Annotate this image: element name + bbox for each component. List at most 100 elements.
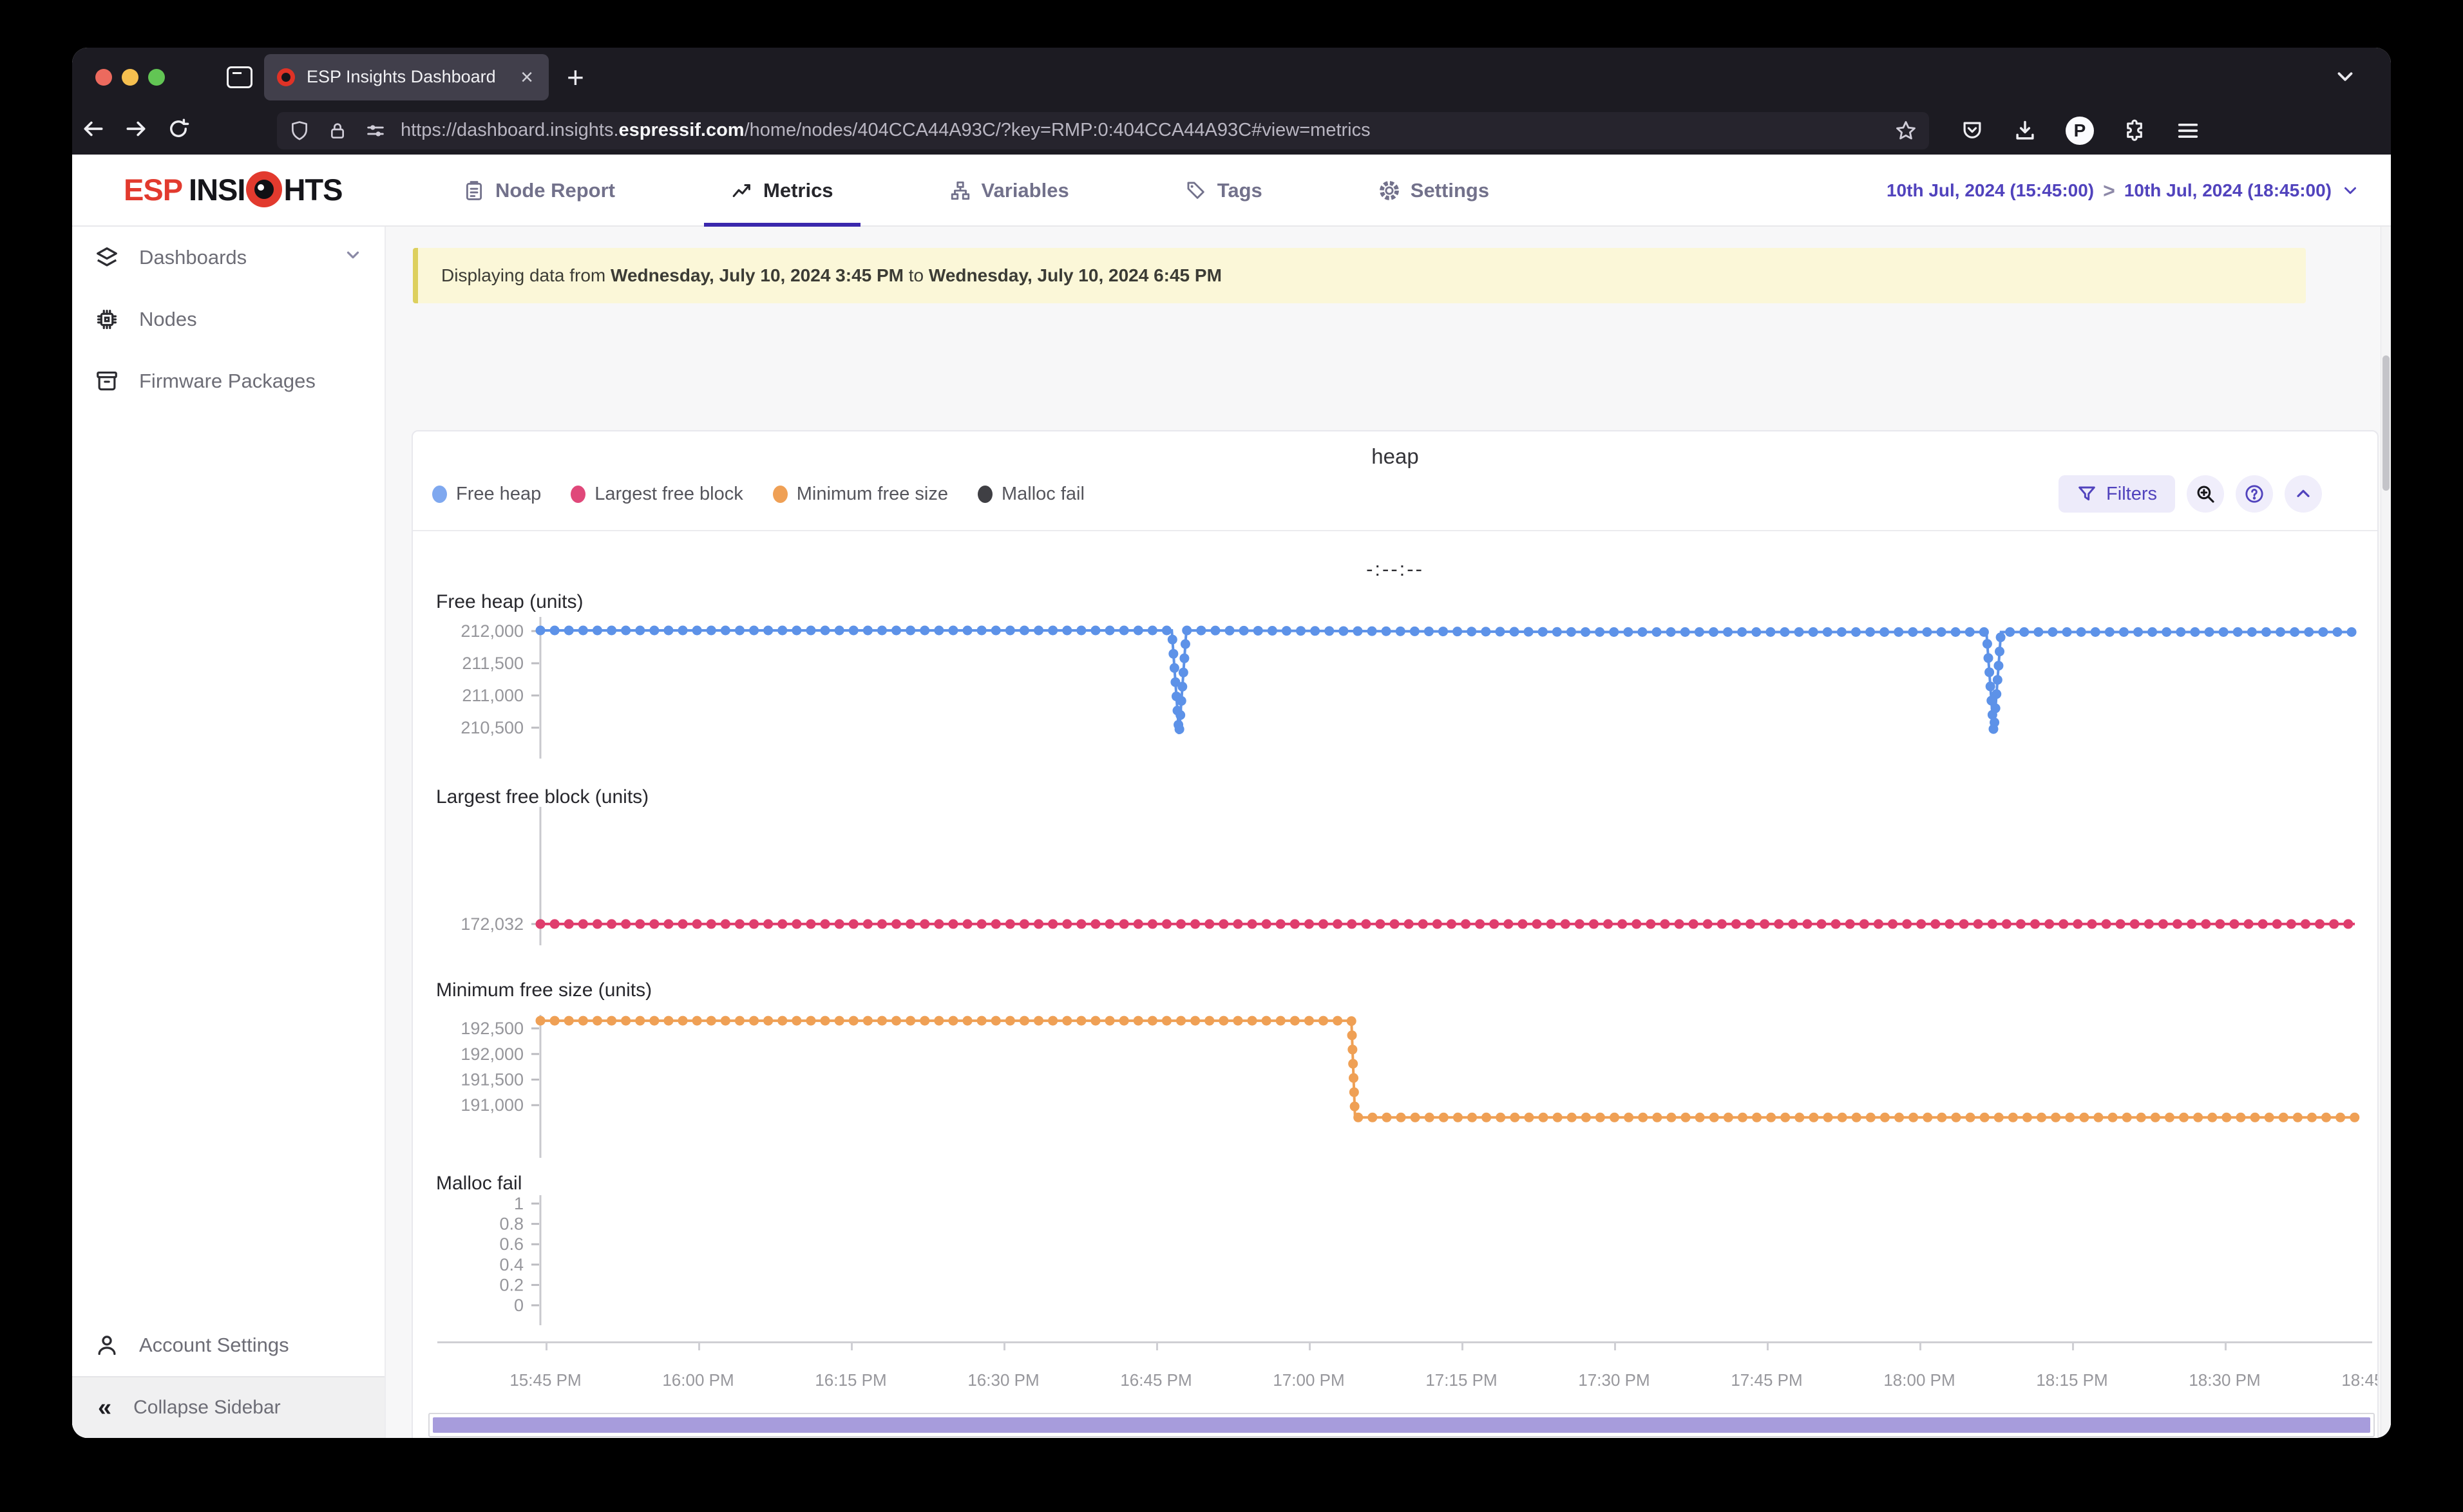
tab-node-report[interactable]: Node Report bbox=[436, 155, 642, 227]
legend-item-malloc-fail[interactable]: Malloc fail bbox=[978, 484, 1085, 505]
sitemap-icon bbox=[949, 180, 971, 202]
sidebar-item-label: Nodes bbox=[139, 308, 197, 331]
svg-text:192,000: 192,000 bbox=[461, 1044, 524, 1064]
back-button[interactable] bbox=[72, 117, 115, 144]
package-icon bbox=[94, 369, 120, 393]
url-text[interactable]: https://dashboard.insights.espressif.com… bbox=[401, 120, 1887, 141]
app-header: ESPINSIHTS Node Report Metrics Variables bbox=[72, 155, 2391, 227]
tab-metrics[interactable]: Metrics bbox=[704, 155, 861, 227]
sidebar-item-firmware-packages[interactable]: Firmware Packages bbox=[72, 350, 385, 412]
tag-icon bbox=[1185, 180, 1207, 202]
legend-item-largest-free-block[interactable]: Largest free block bbox=[571, 484, 743, 505]
scrollbar-thumb[interactable] bbox=[433, 1417, 2370, 1433]
svg-text:191,000: 191,000 bbox=[461, 1095, 524, 1115]
date-range-start: 10th Jul, 2024 (15:45:00) bbox=[1887, 180, 2094, 201]
lock-icon[interactable] bbox=[327, 120, 348, 141]
svg-text:210,500: 210,500 bbox=[461, 718, 524, 737]
bookmark-star-icon[interactable] bbox=[1894, 119, 1917, 142]
tab-label: Tags bbox=[1217, 179, 1262, 202]
date-range-end: 10th Jul, 2024 (18:45:00) bbox=[2124, 180, 2332, 201]
collapse-sidebar-button[interactable]: « Collapse Sidebar bbox=[72, 1376, 385, 1438]
legend-swatch bbox=[773, 486, 788, 503]
esp-insights-logo[interactable]: ESPINSIHTS bbox=[124, 171, 342, 207]
x-axis-label: 17:45 PM bbox=[1731, 1370, 1802, 1390]
tab-settings[interactable]: Settings bbox=[1351, 155, 1516, 227]
close-window-button[interactable] bbox=[95, 69, 112, 86]
site-favicon bbox=[277, 68, 295, 86]
logo-eye-icon bbox=[246, 171, 282, 207]
new-tab-button[interactable]: + bbox=[567, 62, 584, 92]
x-axis-label: 18:30 PM bbox=[2189, 1370, 2260, 1390]
permissions-icon[interactable] bbox=[365, 120, 386, 142]
logo-insi: INSI bbox=[189, 172, 245, 207]
page-scrollbar[interactable] bbox=[2381, 227, 2391, 1438]
tab-list-chevron-icon[interactable] bbox=[2333, 64, 2357, 92]
legend-label: Free heap bbox=[456, 484, 541, 505]
main-content: Displaying data from Wednesday, July 10,… bbox=[386, 227, 2391, 1438]
sidebar-item-dashboards[interactable]: Dashboards bbox=[72, 227, 385, 288]
svg-text:212,000: 212,000 bbox=[461, 621, 524, 641]
zoom-in-button[interactable] bbox=[2187, 475, 2224, 513]
shield-icon[interactable] bbox=[289, 120, 310, 142]
x-axis-label: 17:00 PM bbox=[1273, 1370, 1344, 1390]
sidebar-item-label: Account Settings bbox=[139, 1334, 289, 1357]
person-icon bbox=[94, 1333, 120, 1357]
chart-title: Largest free block (units) bbox=[413, 786, 2379, 808]
chart-title: Free heap (units) bbox=[413, 591, 2379, 613]
filters-button[interactable]: Filters bbox=[2059, 475, 2175, 513]
collapse-sidebar-label: Collapse Sidebar bbox=[133, 1397, 280, 1419]
chart-malloc-fail: Malloc fail bbox=[413, 1173, 2379, 1195]
legend-item-minimum-free-size[interactable]: Minimum free size bbox=[773, 484, 948, 505]
x-axis-label: 16:30 PM bbox=[967, 1370, 1039, 1390]
forward-button[interactable] bbox=[115, 117, 157, 144]
chart-plot-free-heap: 212,000211,500211,000210,500 bbox=[413, 617, 2379, 759]
tab-tags[interactable]: Tags bbox=[1158, 155, 1289, 227]
legend-label: Minimum free size bbox=[797, 484, 948, 505]
legend-item-free-heap[interactable]: Free heap bbox=[432, 484, 541, 505]
browser-tab[interactable]: ESP Insights Dashboard × bbox=[264, 54, 549, 100]
tab-close-icon[interactable]: × bbox=[518, 66, 536, 88]
pocket-icon[interactable] bbox=[1960, 118, 1984, 143]
help-button[interactable] bbox=[2236, 475, 2273, 513]
window-controls bbox=[95, 69, 165, 86]
tab-overview-icon[interactable] bbox=[227, 66, 252, 88]
legend-label: Largest free block bbox=[594, 484, 743, 505]
legend-swatch bbox=[978, 486, 993, 503]
tab-label: Variables bbox=[982, 179, 1069, 202]
sidebar-item-label: Dashboards bbox=[139, 246, 247, 269]
esp-insights-app: ESPINSIHTS Node Report Metrics Variables bbox=[72, 155, 2391, 1438]
chart-horizontal-scrollbar[interactable] bbox=[428, 1413, 2375, 1437]
x-axis-label: 17:15 PM bbox=[1425, 1370, 1497, 1390]
layers-icon bbox=[94, 245, 120, 270]
legend-label: Malloc fail bbox=[1002, 484, 1085, 505]
tab-label: Settings bbox=[1411, 179, 1489, 202]
menu-hamburger-icon[interactable] bbox=[2175, 118, 2201, 144]
panel-divider bbox=[413, 530, 2377, 531]
url-bar[interactable]: https://dashboard.insights.espressif.com… bbox=[277, 112, 1929, 149]
profile-avatar[interactable]: P bbox=[2066, 117, 2094, 145]
chevron-down-icon bbox=[343, 245, 363, 270]
download-icon[interactable] bbox=[2013, 118, 2037, 143]
data-range-banner: Displaying data from Wednesday, July 10,… bbox=[413, 248, 2306, 303]
hover-time-display: -:--:-- bbox=[413, 558, 2377, 581]
minimize-window-button[interactable] bbox=[122, 69, 138, 86]
reload-button[interactable] bbox=[157, 117, 200, 144]
collapse-panel-button[interactable] bbox=[2285, 475, 2322, 513]
svg-text:0.2: 0.2 bbox=[499, 1275, 524, 1294]
svg-text:1: 1 bbox=[514, 1195, 524, 1213]
extensions-puzzle-icon[interactable] bbox=[2122, 118, 2147, 143]
svg-text:0: 0 bbox=[514, 1296, 524, 1315]
svg-text:192,500: 192,500 bbox=[461, 1019, 524, 1038]
x-axis-line bbox=[437, 1341, 2372, 1343]
x-axis-label: 18:15 PM bbox=[2036, 1370, 2107, 1390]
logo-esp: ESP bbox=[124, 172, 182, 207]
tab-variables[interactable]: Variables bbox=[922, 155, 1096, 227]
sidebar-item-nodes[interactable]: Nodes bbox=[72, 288, 385, 350]
date-range-picker[interactable]: 10th Jul, 2024 (15:45:00) > 10th Jul, 20… bbox=[1887, 155, 2360, 227]
zoom-window-button[interactable] bbox=[148, 69, 165, 86]
page-scrollbar-thumb[interactable] bbox=[2382, 355, 2390, 491]
chart-minimum-free-size: Minimum free size (units) bbox=[413, 979, 2379, 1001]
x-axis-label: 16:00 PM bbox=[662, 1370, 734, 1390]
legend-and-controls: Free heap Largest free block Minimum fre… bbox=[432, 474, 2322, 514]
sidebar-item-account-settings[interactable]: Account Settings bbox=[72, 1314, 385, 1376]
